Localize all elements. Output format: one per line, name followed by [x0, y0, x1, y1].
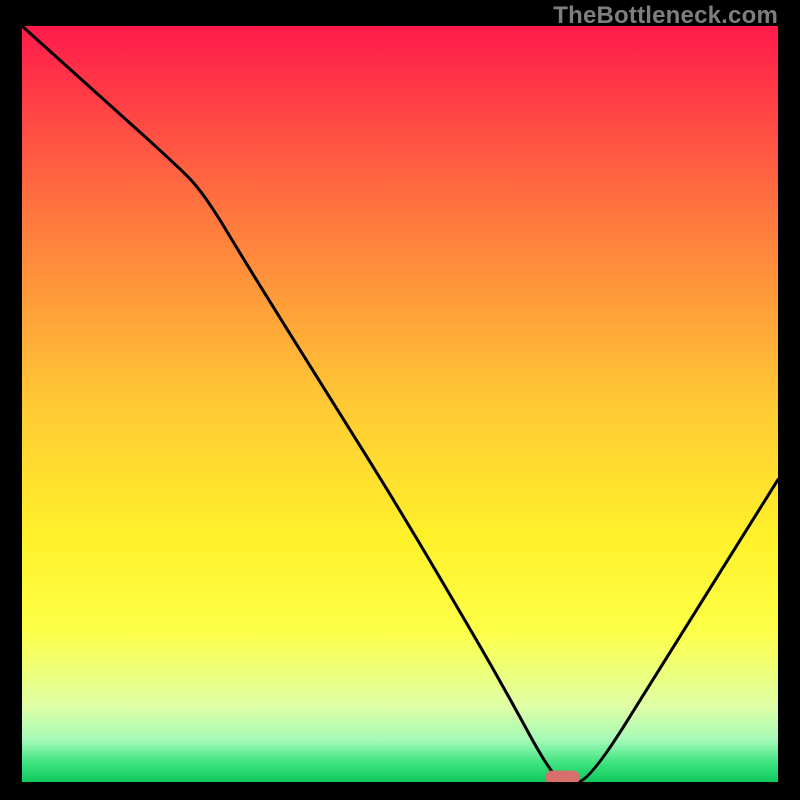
chart-container: TheBottleneck.com	[0, 0, 800, 800]
marker-pill	[545, 771, 580, 782]
chart-svg	[22, 26, 778, 782]
gradient-background	[22, 26, 778, 782]
plot-area	[22, 26, 778, 782]
watermark-label: TheBottleneck.com	[553, 2, 778, 30]
